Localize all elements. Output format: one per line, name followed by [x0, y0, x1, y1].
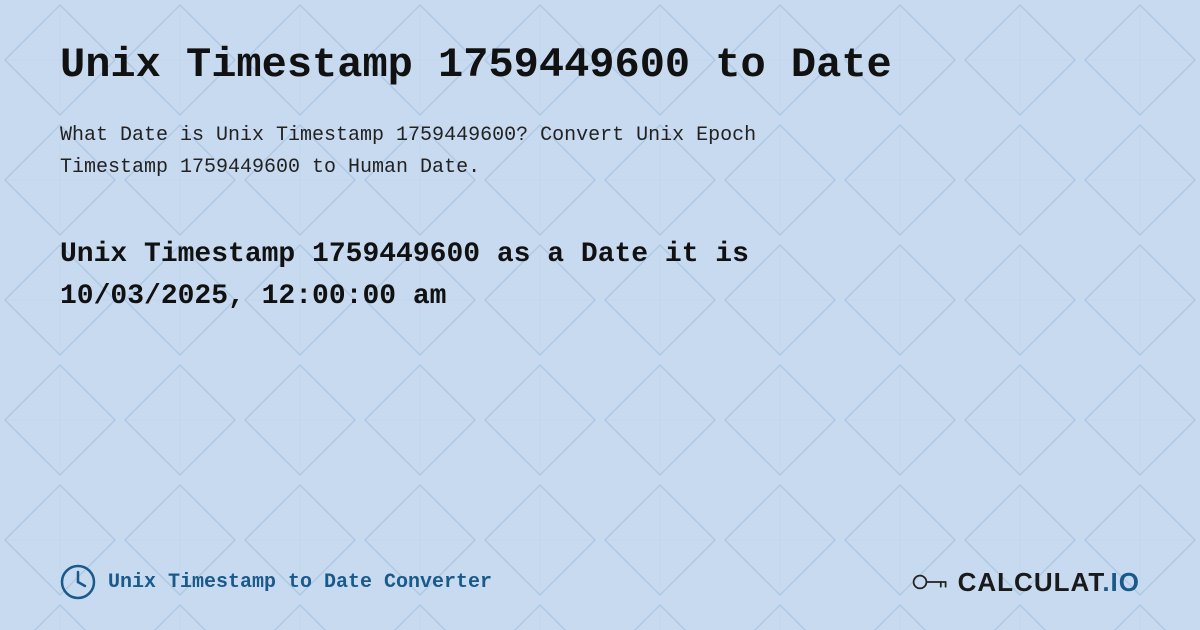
page-title: Unix Timestamp 1759449600 to Date	[60, 40, 1140, 90]
logo: CALCULAT.IO	[912, 566, 1140, 598]
logo-text: CALCULAT.IO	[958, 567, 1140, 598]
footer: Unix Timestamp to Date Converter CALCULA…	[60, 564, 1140, 600]
footer-label: Unix Timestamp to Date Converter	[108, 571, 492, 594]
clock-icon	[60, 564, 96, 600]
footer-left: Unix Timestamp to Date Converter	[60, 564, 492, 600]
description-text: What Date is Unix Timestamp 1759449600? …	[60, 120, 960, 184]
result-text: Unix Timestamp 1759449600 as a Date it i…	[60, 234, 960, 318]
logo-icon	[912, 566, 952, 598]
